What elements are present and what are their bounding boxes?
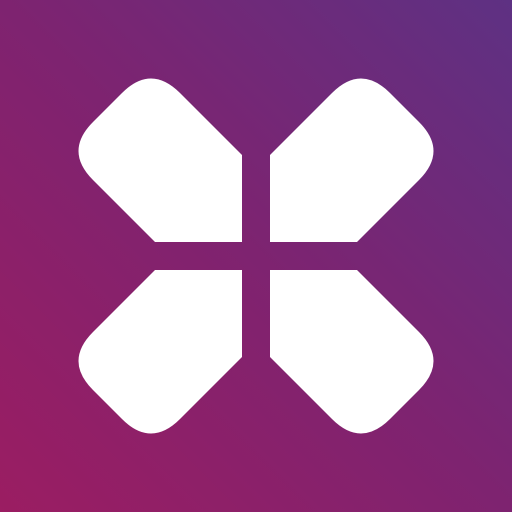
app-icon-canvas [0,0,512,512]
background-gradient [0,0,512,512]
app-icon [0,0,512,512]
